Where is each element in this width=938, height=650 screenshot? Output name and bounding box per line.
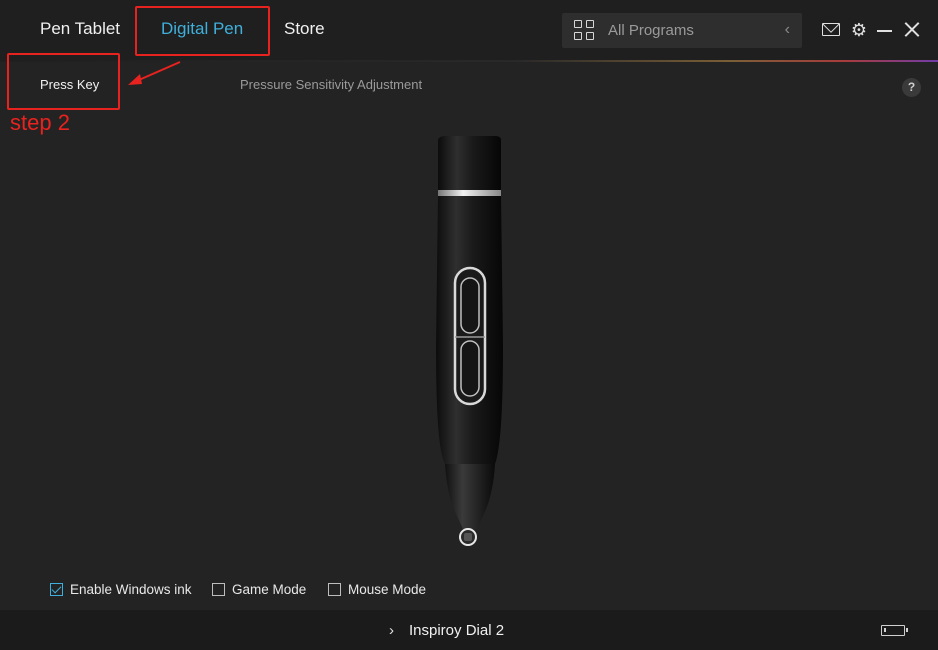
chevron-left-icon[interactable]: ‹ bbox=[785, 21, 790, 39]
digital-pen-illustration bbox=[436, 136, 503, 546]
gear-icon[interactable]: ⚙ bbox=[850, 21, 868, 41]
chevron-right-icon[interactable]: › bbox=[389, 622, 394, 639]
program-select-label: All Programs bbox=[608, 22, 694, 39]
battery-level-fill bbox=[884, 628, 886, 632]
annotation-arrow-icon bbox=[128, 61, 181, 85]
battery-icon bbox=[881, 625, 908, 636]
annotation-box-press-key bbox=[7, 53, 120, 110]
tab-pen-tablet[interactable]: Pen Tablet bbox=[40, 19, 120, 39]
game-mode-label: Game Mode bbox=[232, 582, 307, 597]
program-select[interactable]: All Programs ‹ bbox=[562, 13, 802, 48]
minimize-icon[interactable] bbox=[877, 30, 892, 32]
grid-icon bbox=[574, 20, 595, 41]
close-icon[interactable] bbox=[904, 21, 921, 38]
mouse-mode-label: Mouse Mode bbox=[348, 582, 427, 597]
windows-ink-checkbox[interactable] bbox=[50, 583, 63, 596]
subtab-pressure-sensitivity[interactable]: Pressure Sensitivity Adjustment bbox=[240, 77, 422, 92]
windows-ink-label: Enable Windows ink bbox=[70, 582, 192, 597]
mouse-mode-checkbox[interactable] bbox=[328, 583, 341, 596]
tab-store[interactable]: Store bbox=[284, 19, 325, 39]
device-name[interactable]: Inspiroy Dial 2 bbox=[409, 622, 504, 639]
annotation-box-digital-pen bbox=[135, 6, 270, 56]
status-bar: › Inspiroy Dial 2 bbox=[0, 610, 938, 650]
mail-icon[interactable] bbox=[822, 23, 840, 36]
game-mode-checkbox[interactable] bbox=[212, 583, 225, 596]
step-label: step 2 bbox=[10, 110, 70, 135]
help-icon[interactable]: ? bbox=[902, 78, 921, 97]
